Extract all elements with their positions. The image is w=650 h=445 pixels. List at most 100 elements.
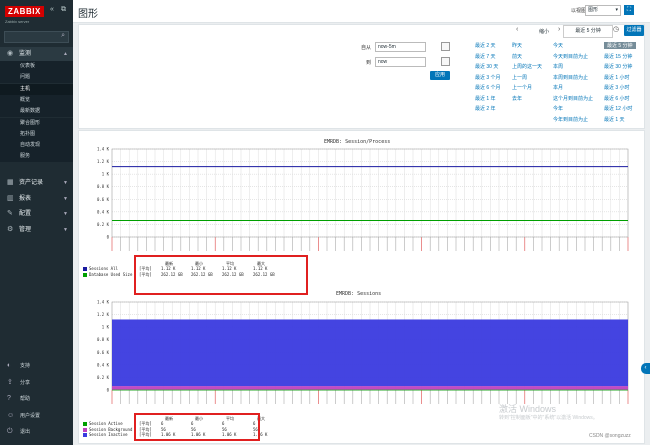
sidebar-subitem-label: 服务 — [20, 153, 31, 160]
sidebar-item-label: 分享 — [20, 379, 31, 386]
sidebar-bottom-item[interactable]: ⇪ 分享 — [0, 376, 73, 390]
fullscreen-button[interactable]: ⛶ — [624, 5, 634, 15]
sidebar-subitem[interactable]: 主机 — [0, 83, 73, 95]
quick-range-link[interactable]: 去年 — [512, 95, 522, 102]
sidebar-bottom-item[interactable]: ☺ 用户设置 — [0, 409, 73, 423]
csdn-watermark: CSDN @songzuzz — [589, 433, 631, 439]
sidebar-section[interactable]: ⚙ 管理 ▼ — [0, 223, 73, 237]
server-name: Zabbix server — [5, 19, 30, 24]
y-tick-label: 1 K — [102, 172, 110, 177]
sidebar-subitem-label: 拓扑图 — [20, 130, 36, 137]
sidebar-item-monitoring[interactable]: ◉ 监测 ▲ — [0, 47, 73, 61]
quick-range-link[interactable]: 最近 5 分钟 — [604, 42, 636, 49]
chevron-right-icon[interactable]: › — [558, 26, 560, 33]
quick-range-link[interactable]: 最近 2 天 — [475, 42, 496, 49]
bottom-icon: ? — [7, 395, 11, 402]
y-tick-label: 0.2 K — [97, 375, 110, 380]
quick-range-link[interactable]: 最近 6 小时 — [604, 95, 630, 102]
sidebar-subitem[interactable]: 问题 — [0, 72, 73, 84]
quick-range-link[interactable]: 今年 — [553, 105, 563, 112]
sidebar-subitem[interactable]: 拓扑图 — [0, 128, 73, 140]
quick-range-link[interactable]: 上一周 — [512, 74, 527, 81]
quick-range-link[interactable]: 最近 1 天 — [604, 116, 625, 123]
sidebar-subitem-label: 主机 — [20, 85, 31, 92]
clock-icon[interactable]: ◷ — [613, 25, 619, 33]
kiosk-mode-icon[interactable]: ⧉ — [61, 6, 66, 14]
quick-range-link[interactable]: 最近 15 分钟 — [604, 53, 632, 60]
sidebar-section[interactable]: ▦ 资产记录 ▼ — [0, 176, 73, 190]
tab-time-range[interactable]: 最近 5 分钟 — [563, 25, 613, 38]
y-tick-label: 1.2 K — [97, 312, 110, 317]
sidebar-search-input[interactable]: ⌕ — [4, 31, 69, 43]
quick-range-link[interactable]: 最近 12 小时 — [604, 105, 632, 112]
sidebar-subitem[interactable]: 聚合图形 — [0, 117, 73, 129]
tab-filter[interactable]: 过滤器 — [624, 25, 644, 36]
calendar-icon[interactable] — [441, 42, 450, 51]
quick-range-link[interactable]: 最近 3 个月 — [475, 74, 501, 81]
quick-range-link[interactable]: 今年到目前为止 — [553, 116, 588, 123]
section-icon: ⚙ — [7, 225, 14, 233]
quick-range-link[interactable]: 这个月到目前为止 — [553, 95, 593, 102]
y-tick-label: 0.4 K — [97, 362, 110, 367]
sidebar-item-label: 帮助 — [20, 396, 31, 402]
legend-swatch — [83, 272, 87, 277]
y-tick-label: 0 — [107, 388, 110, 393]
chevron-down-icon: ▼ — [63, 211, 68, 217]
calendar-icon[interactable] — [441, 57, 450, 66]
y-tick-label: 1 K — [102, 325, 110, 330]
sidebar-item-label: 配置 — [19, 211, 32, 217]
scroll-toggle-button[interactable]: ‹ — [641, 363, 650, 374]
apply-button[interactable]: 应用 — [430, 71, 450, 80]
sidebar-bottom-item[interactable]: ⏻ 退出 — [0, 425, 73, 439]
sidebar-item-label: 管理 — [19, 226, 32, 233]
zoom-out-button[interactable]: 缩小 — [539, 28, 549, 35]
quick-range-link[interactable]: 最近 30 天 — [475, 63, 498, 70]
sidebar-bottom-item[interactable]: ◐ 支持 — [0, 359, 73, 373]
quick-range-link[interactable]: 今天到目前为止 — [553, 53, 588, 60]
sidebar: ZABBIX Zabbix server « ⧉ ⌕ ◉ 监测 ▲ 仪表板 问题主… — [0, 0, 73, 445]
series-area — [112, 319, 628, 387]
quick-range-link[interactable]: 最近 7 天 — [475, 53, 496, 60]
quick-range-link[interactable]: 最近 3 小时 — [604, 84, 630, 91]
sidebar-section[interactable]: ✎ 配置 ▼ — [0, 207, 73, 221]
quick-range-link[interactable]: 本周到目前为止 — [553, 74, 588, 81]
sidebar-section[interactable]: ▥ 报表 ▼ — [0, 192, 73, 206]
sidebar-subitem[interactable]: 概览 — [0, 94, 73, 106]
legend-swatch — [83, 267, 87, 271]
quick-range-link[interactable]: 最近 1 年 — [475, 95, 496, 102]
page-header: 图形 以视图 图形 ⛶ — [73, 0, 650, 23]
quick-range-link[interactable]: 最近 6 个月 — [475, 84, 501, 91]
sidebar-subitem[interactable]: 最新数据 — [0, 106, 73, 118]
quick-range-link[interactable]: 上一个月 — [512, 84, 532, 91]
sidebar-subitem[interactable]: 服务 — [0, 151, 73, 163]
sidebar-item-label: 支持 — [20, 363, 31, 369]
bottom-icon: ◐ — [7, 362, 12, 369]
collapse-sidebar-icon[interactable]: « — [50, 6, 54, 13]
quick-range-link[interactable]: 本月 — [553, 84, 563, 91]
view-as-select[interactable]: 图形 — [585, 5, 621, 16]
quick-range-link[interactable]: 前天 — [512, 53, 522, 60]
eye-icon: ◉ — [7, 50, 14, 57]
bottom-icon: ⏻ — [7, 428, 13, 435]
quick-range-link[interactable]: 本周 — [553, 63, 563, 70]
sidebar-bottom-item[interactable]: ? 帮助 — [0, 392, 73, 406]
legend-swatch — [83, 427, 87, 432]
sidebar-subitem[interactable]: 仪表板 — [0, 61, 73, 72]
quick-range-link[interactable]: 最近 2 年 — [475, 105, 496, 112]
sidebar-subitem-label: 最新数据 — [20, 108, 41, 115]
quick-range-link[interactable]: 最近 30 分钟 — [604, 63, 632, 70]
zabbix-logo[interactable]: ZABBIX — [5, 6, 44, 17]
chevron-down-icon: ▼ — [63, 195, 68, 202]
from-input[interactable]: now-5m — [375, 42, 426, 52]
graphs-panel: EMRDB: Session/Process 1.4 K 1.2 K1 K 0.8 … — [78, 130, 645, 444]
quick-range-link[interactable]: 昨天 — [512, 42, 522, 49]
quick-range-link[interactable]: 上周的这一天 — [512, 63, 542, 70]
quick-range-link[interactable]: 最近 1 小时 — [604, 74, 630, 81]
to-input[interactable]: now — [375, 57, 426, 67]
legend-series-name: Session Active — [83, 421, 123, 426]
y-tick-label: 0.8 K — [97, 184, 110, 189]
sidebar-subitem[interactable]: 自动发现 — [0, 140, 73, 152]
chevron-left-icon[interactable]: ‹ — [516, 26, 518, 33]
quick-range-link[interactable]: 今天 — [553, 42, 563, 49]
chevron-up-icon: ▲ — [63, 51, 68, 57]
